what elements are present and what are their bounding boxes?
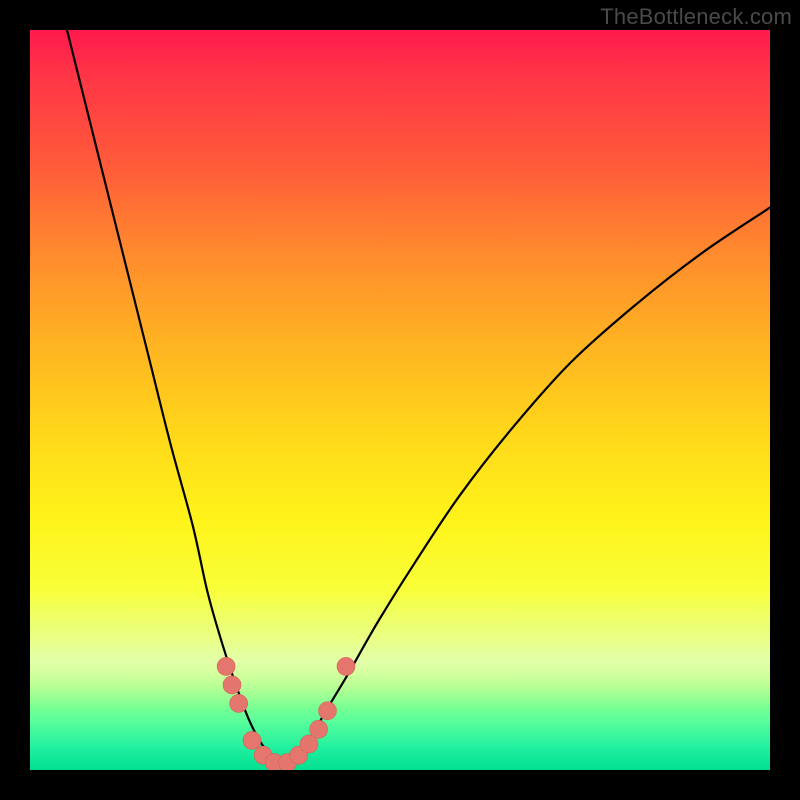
data-marker bbox=[230, 694, 248, 712]
curve-right-branch bbox=[282, 208, 770, 767]
data-marker bbox=[243, 731, 261, 749]
data-marker bbox=[265, 754, 283, 770]
data-marker bbox=[254, 746, 272, 764]
data-marker bbox=[290, 746, 308, 764]
marker-group bbox=[217, 657, 355, 770]
curve-left-branch bbox=[67, 30, 282, 766]
curve-layer bbox=[30, 30, 770, 770]
data-marker bbox=[337, 657, 355, 675]
data-marker bbox=[217, 657, 235, 675]
data-marker bbox=[310, 720, 328, 738]
watermark-text: TheBottleneck.com bbox=[600, 4, 792, 30]
plot-area bbox=[30, 30, 770, 770]
data-marker bbox=[279, 754, 297, 770]
data-marker bbox=[300, 735, 318, 753]
data-marker bbox=[318, 702, 336, 720]
haze-band bbox=[30, 590, 770, 710]
data-marker bbox=[223, 676, 241, 694]
